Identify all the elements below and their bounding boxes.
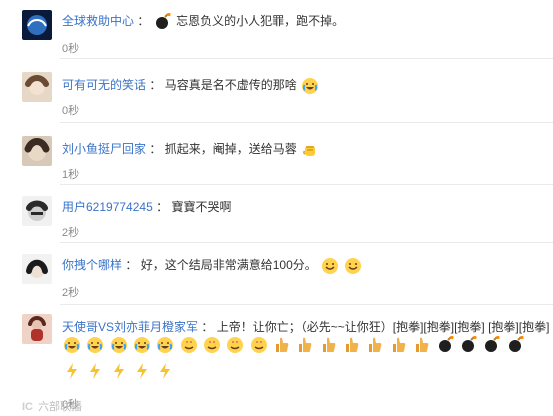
thumbs-up-icon: [390, 336, 408, 354]
emoji-row: [62, 362, 175, 380]
thumbs-up-icon: [296, 336, 314, 354]
lightning-icon: [110, 362, 128, 380]
laugh-tears-icon: [86, 336, 104, 354]
thumbs-up-icon: [366, 336, 384, 354]
comment-text: 好，这个结局非常满意给100分。: [140, 258, 317, 272]
watermark-logo: IC: [22, 401, 33, 413]
separator: ：: [137, 14, 150, 28]
separator: ：: [149, 142, 162, 156]
comment-text: 上帝！让你亡；（必先~~让你狂）[抱拳][抱拳][抱拳] [抱拳][抱拳]: [216, 320, 550, 334]
bomb-icon: [460, 336, 478, 354]
laugh-tears-icon: [133, 336, 151, 354]
avatar[interactable]: [22, 10, 52, 40]
thumbs-up-icon: [413, 336, 431, 354]
bomb-icon: [483, 336, 501, 354]
comment-text: 寶寶不哭啊: [171, 200, 232, 214]
comment-line: 天使哥VS刘亦菲月橙家军 ： 上帝！让你亡；（必先~~让你狂）[抱拳][抱拳][…: [62, 318, 549, 336]
lightning-icon: [133, 362, 151, 380]
laugh-tears-icon: [156, 336, 174, 354]
fist-icon: [301, 141, 319, 159]
username-link[interactable]: 刘小鱼挺尸回家: [62, 142, 146, 156]
heart-eyes-icon: [226, 336, 244, 354]
emoji-row: [62, 336, 526, 354]
thumbs-up-icon: [273, 336, 291, 354]
username-link[interactable]: 可有可无的笑话: [62, 78, 146, 92]
comment-line: 你拽个哪样 ： 好，这个结局非常满意给100分。: [62, 256, 363, 275]
avatar[interactable]: [22, 314, 52, 344]
avatar[interactable]: [22, 254, 52, 284]
lightning-icon: [86, 362, 104, 380]
separator: ：: [149, 78, 162, 92]
lightning-icon: [63, 362, 81, 380]
laugh-tears-icon: [110, 336, 128, 354]
comment-time: 2秒: [62, 227, 80, 239]
laugh-tears-icon: [63, 336, 81, 354]
avatar[interactable]: [22, 196, 52, 226]
smile-icon: [344, 257, 362, 275]
thumbs-up-icon: [320, 336, 338, 354]
avatar[interactable]: [22, 72, 52, 102]
lightning-icon: [156, 362, 174, 380]
username-link[interactable]: 用户6219774245: [62, 200, 153, 214]
comment-time: 1秒: [62, 169, 80, 181]
divider: [60, 122, 553, 123]
heart-eyes-icon: [180, 336, 198, 354]
comment-line: 可有可无的笑话 ： 马容真是名不虚传的那啥: [62, 76, 320, 95]
divider: [60, 58, 553, 59]
username-link[interactable]: 天使哥VS刘亦菲月橙家军: [62, 320, 198, 334]
smile-icon: [321, 257, 339, 275]
comment-text: 抓起来，阉掉，送给马蓉: [164, 142, 297, 156]
username-link[interactable]: 你拽个哪样: [62, 258, 122, 272]
laugh-tears-icon: [301, 77, 319, 95]
divider: [60, 242, 553, 243]
avatar[interactable]: [22, 136, 52, 166]
comment-text: 马容真是名不虚传的那啥: [164, 78, 297, 92]
comment-line: 刘小鱼挺尸回家 ： 抓起来，阉掉，送给马蓉: [62, 140, 320, 159]
divider: [60, 184, 553, 185]
bomb-icon: [507, 336, 525, 354]
username-link[interactable]: 全球救助中心: [62, 14, 134, 28]
separator: ：: [125, 258, 138, 272]
separator: ：: [201, 320, 214, 334]
bomb-icon: [437, 336, 455, 354]
separator: ：: [156, 200, 169, 214]
bomb-icon: [154, 12, 172, 31]
thumbs-up-icon: [343, 336, 361, 354]
comment-line: 全球救助中心 ： 忘恩负义的小人犯罪，跑不掉。: [62, 12, 344, 31]
watermark-text: 六部联播: [38, 401, 83, 413]
comment-text: 忘恩负义的小人犯罪，跑不掉。: [176, 14, 345, 28]
comment-time: 0秒: [62, 43, 80, 55]
divider: [60, 304, 553, 305]
heart-eyes-icon: [250, 336, 268, 354]
comment-line: 用户6219774245 ： 寶寶不哭啊: [62, 198, 231, 216]
watermark: IC 六部联播: [22, 398, 82, 414]
heart-eyes-icon: [203, 336, 221, 354]
comment-time: 2秒: [62, 287, 80, 299]
comment-time: 0秒: [62, 105, 80, 117]
